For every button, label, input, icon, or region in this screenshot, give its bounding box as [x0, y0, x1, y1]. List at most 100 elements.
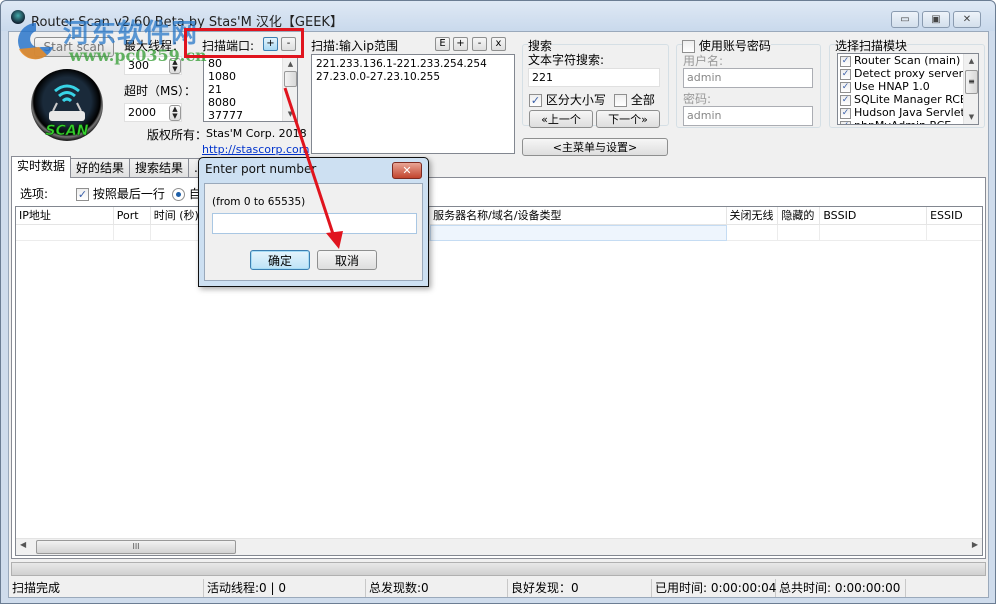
client-area: Start scan SCAN 最大线程： 300 ▲ ▼ 超时（MS）： 200… [8, 31, 989, 598]
column-header[interactable]: Port [114, 207, 151, 225]
column-header[interactable]: ESSID [927, 207, 982, 225]
scroll-thumb[interactable] [284, 71, 297, 87]
search-all-label: 全部 [630, 93, 655, 107]
checkbox-checked-icon[interactable]: ✓ [529, 94, 542, 107]
logo-text: SCAN [46, 123, 89, 139]
results-grid[interactable]: IP地址 Port 时间 (秒) 服务器名称/域名/设备类型 关闭无线 隐藏的 … [15, 206, 983, 556]
password-input[interactable]: admin [683, 106, 813, 126]
module-item[interactable]: ✓ Router Scan (main) [838, 54, 978, 67]
ip-range-list[interactable]: 221.233.136.1-221.233.254.254 27.23.0.0-… [311, 54, 515, 154]
dialog-hint: (from 0 to 65535) [212, 196, 306, 208]
scan-logo: SCAN [31, 69, 103, 141]
status-state: 扫描完成 [9, 579, 204, 597]
modules-list[interactable]: ✓ Router Scan (main) ✓ Detect proxy server… [837, 53, 979, 125]
follow-last-checkbox[interactable]: ✓ 按照最后一行 [76, 185, 165, 202]
column-header[interactable]: IP地址 [16, 207, 114, 225]
ip-range-label: 扫描:输入ip范围 [311, 39, 398, 53]
table-row[interactable] [16, 225, 982, 241]
options-label: 选项: [20, 187, 49, 201]
ip-remove-button[interactable]: - [472, 37, 487, 51]
dialog-cancel-button[interactable]: 取消 [317, 250, 377, 270]
scroll-down-arrow-icon[interactable]: ▼ [283, 107, 297, 121]
scroll-down-arrow-icon[interactable]: ▼ [964, 110, 978, 124]
column-header[interactable]: 时间 (秒) [151, 207, 201, 225]
module-item[interactable]: ✓ Detect proxy servers [838, 67, 978, 80]
checkbox-checked-icon[interactable]: ✓ [840, 107, 851, 119]
close-button[interactable]: ✕ [953, 11, 981, 28]
dialog-title: Enter port number [205, 162, 317, 176]
ip-range-item[interactable]: 221.233.136.1-221.233.254.254 [312, 58, 514, 71]
case-sensitive-checkbox[interactable]: ✓ 区分大小写 [529, 91, 606, 108]
column-header[interactable]: 服务器名称/域名/设备类型 [430, 207, 727, 225]
search-input[interactable]: 221 [528, 68, 660, 87]
copyright-value: Stas'M Corp. 2018 [206, 127, 307, 140]
copyright-label: 版权所有： [147, 128, 208, 142]
timeout-label: 超时（MS）： [124, 84, 196, 98]
use-auth-label: 使用账号密码 [698, 39, 771, 53]
status-total-time: 总共时间: 0:00:00:00 [776, 579, 906, 597]
website-link[interactable]: http://stascorp.com [202, 143, 310, 156]
results-tabs: 实时数据 好的结果 搜索结果 ... [11, 156, 212, 178]
column-header[interactable]: 关闭无线 [727, 207, 779, 225]
username-input[interactable]: admin [683, 68, 813, 88]
column-header[interactable]: BSSID [820, 207, 928, 225]
watermark-logo-icon [18, 23, 53, 60]
modules-scrollbar[interactable]: ▲ ≡ ▼ [963, 54, 978, 124]
annotation-highlight-box [184, 28, 304, 58]
scroll-thumb[interactable]: ≡ [965, 70, 978, 94]
module-item[interactable]: ✓ SQLite Manager RCE [838, 93, 978, 106]
status-active-threads: 活动线程:0 | 0 [204, 579, 366, 597]
scroll-right-arrow-icon[interactable]: ▶ [972, 540, 978, 549]
status-good-found: 良好发现：0 [508, 579, 652, 597]
ip-add-button[interactable]: + [453, 37, 468, 51]
dialog-close-button[interactable]: ✕ [392, 162, 422, 179]
scroll-thumb[interactable]: III [36, 540, 236, 554]
tab-search-results[interactable]: 搜索结果 [129, 158, 190, 178]
main-window: Router Scan v2.60 Beta by Stas'M 汉化【GEEK… [0, 0, 996, 604]
ip-range-item[interactable]: 27.23.0.0-27.23.10.255 [312, 71, 514, 84]
maximize-button[interactable]: ▣ [922, 11, 950, 28]
timeout-spinner[interactable]: ▲ ▼ [169, 105, 181, 121]
dialog-ok-button[interactable]: 确定 [250, 250, 310, 270]
case-sensitive-label: 区分大小写 [545, 93, 606, 107]
username-label: 用户名: [683, 54, 724, 68]
prev-button[interactable]: «上一个 [529, 110, 593, 128]
checkbox-checked-icon[interactable]: ✓ [840, 55, 851, 67]
checkbox-checked-icon[interactable]: ✓ [840, 94, 851, 106]
scroll-left-arrow-icon[interactable]: ◀ [20, 540, 26, 549]
tab-live-data[interactable]: 实时数据 [11, 156, 72, 178]
module-item[interactable]: ✓ Hudson Java Servlet [838, 106, 978, 119]
radio-selected-icon[interactable] [172, 188, 185, 201]
checkbox-checked-icon[interactable]: ✓ [76, 188, 89, 201]
ip-clear-button[interactable]: x [491, 37, 506, 51]
ports-scrollbar[interactable]: ▲ ▼ [282, 57, 297, 121]
checkbox-unchecked-icon[interactable] [614, 94, 627, 107]
checkbox-checked-icon[interactable]: ✓ [840, 68, 851, 80]
status-elapsed: 已用时间: 0:00:00:04 [652, 579, 776, 597]
module-item[interactable]: ✓phpMyAdmin RCE [838, 119, 978, 124]
auto-radio[interactable]: 自 [172, 185, 201, 202]
tab-panel: 选项: ✓ 按照最后一行 自 IP地址 Port 时间 (秒) 服务器名称/域名… [11, 177, 986, 559]
checkbox-checked-icon[interactable]: ✓ [840, 81, 851, 93]
next-button[interactable]: 下一个» [596, 110, 660, 128]
port-number-input[interactable] [212, 213, 417, 234]
scroll-up-arrow-icon[interactable]: ▲ [964, 54, 978, 68]
column-header[interactable]: 隐藏的 [778, 207, 821, 225]
search-text-label: 文本字符搜索: [528, 53, 605, 67]
port-number-dialog: Enter port number ✕ (from 0 to 65535) 确定… [198, 157, 429, 287]
scan-progress-bar [11, 562, 986, 576]
wifi-router-icon: SCAN [45, 84, 89, 139]
scroll-up-arrow-icon[interactable]: ▲ [283, 57, 297, 71]
grid-header: IP地址 Port 时间 (秒) 服务器名称/域名/设备类型 关闭无线 隐藏的 … [16, 207, 982, 225]
ports-list[interactable]: 80 1080 21 8080 37777 ▲ ▼ [203, 56, 298, 122]
checkbox-checked-icon[interactable]: ✓ [840, 120, 851, 124]
main-menu-button[interactable]: <主菜单与设置> [522, 138, 668, 156]
minimize-button[interactable]: ▭ [891, 11, 919, 28]
ip-edit-button[interactable]: E [435, 37, 450, 51]
resize-grip[interactable] [906, 579, 988, 597]
tab-good-results[interactable]: 好的结果 [70, 158, 131, 178]
follow-last-label: 按照最后一行 [92, 187, 165, 201]
module-item[interactable]: ✓ Use HNAP 1.0 [838, 80, 978, 93]
search-all-checkbox[interactable]: 全部 [614, 91, 655, 108]
grid-horizontal-scrollbar[interactable]: ◀ III ▶ [16, 538, 982, 555]
